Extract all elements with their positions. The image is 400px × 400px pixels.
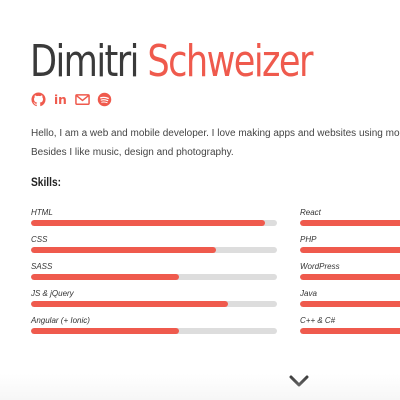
skill-item: WordPress: [300, 259, 400, 286]
email-icon[interactable]: [75, 92, 90, 107]
skill-item: PHP: [300, 232, 400, 259]
bottom-fade: [0, 374, 400, 400]
bio-line-2: Besides I like music, design and photogr…: [31, 147, 234, 158]
page-title: Dimitri Schweizer: [30, 34, 313, 90]
page: Dimitri Schweizer in Hello, I am a web a…: [0, 0, 400, 400]
skill-bar-fill: [31, 274, 179, 280]
skill-bar-fill: [31, 301, 228, 307]
skill-item: SASS: [31, 259, 277, 286]
skill-bar-track: [300, 220, 400, 226]
skill-bar-track: [31, 274, 277, 280]
skill-bar-track: [31, 220, 277, 226]
skill-bar-fill: [300, 328, 400, 334]
skill-bar-track: [31, 247, 277, 253]
linkedin-icon[interactable]: in: [53, 92, 68, 107]
skill-bar-fill: [300, 220, 400, 226]
skills-heading: Skills:: [31, 175, 62, 189]
skill-bar-track: [300, 328, 400, 334]
skill-item: React: [300, 205, 400, 232]
skill-bar-fill: [300, 247, 400, 253]
skill-bar-track: [300, 274, 400, 280]
skill-bar-track: [300, 247, 400, 253]
skill-item: CSS: [31, 232, 277, 259]
scroll-down-button[interactable]: [288, 373, 310, 389]
skill-bar-fill: [31, 328, 179, 334]
social-links: in: [31, 92, 112, 107]
skill-label: HTML: [31, 208, 53, 217]
skill-item: HTML: [31, 205, 277, 232]
github-icon[interactable]: [31, 92, 46, 107]
linkedin-icon-text: in: [54, 93, 67, 107]
skill-bar-fill: [300, 301, 400, 307]
skill-bar-track: [31, 328, 277, 334]
skill-label: PHP: [300, 235, 317, 244]
spotify-icon[interactable]: [97, 92, 112, 107]
first-name: Dimitri: [30, 36, 139, 87]
skill-label: SASS: [31, 262, 53, 271]
skill-bar-fill: [300, 274, 400, 280]
skill-item: Angular (+ Ionic): [31, 313, 277, 340]
skill-label: React: [300, 208, 321, 217]
skills-column-left: HTML CSS SASS JS & jQuery Angular (+ Ion…: [31, 205, 277, 340]
skill-label: WordPress: [300, 262, 340, 271]
skill-label: Java: [300, 289, 317, 298]
skill-bar-fill: [31, 247, 216, 253]
skill-bar-fill: [31, 220, 265, 226]
skills-column-right: React PHP WordPress Java C++ & C#: [300, 205, 400, 340]
skill-item: Java: [300, 286, 400, 313]
skill-label: JS & jQuery: [31, 289, 74, 298]
last-name: Schweizer: [147, 36, 313, 87]
skill-bar-track: [31, 301, 277, 307]
bio-line-1: Hello, I am a web and mobile developer. …: [31, 128, 400, 139]
bio-text: Hello, I am a web and mobile developer. …: [31, 124, 400, 162]
skill-label: C++ & C#: [300, 316, 336, 325]
skill-item: C++ & C#: [300, 313, 400, 340]
skill-bar-track: [300, 301, 400, 307]
skill-item: JS & jQuery: [31, 286, 277, 313]
skill-label: Angular (+ Ionic): [31, 316, 90, 325]
skill-label: CSS: [31, 235, 48, 244]
chevron-down-icon: [289, 375, 309, 387]
